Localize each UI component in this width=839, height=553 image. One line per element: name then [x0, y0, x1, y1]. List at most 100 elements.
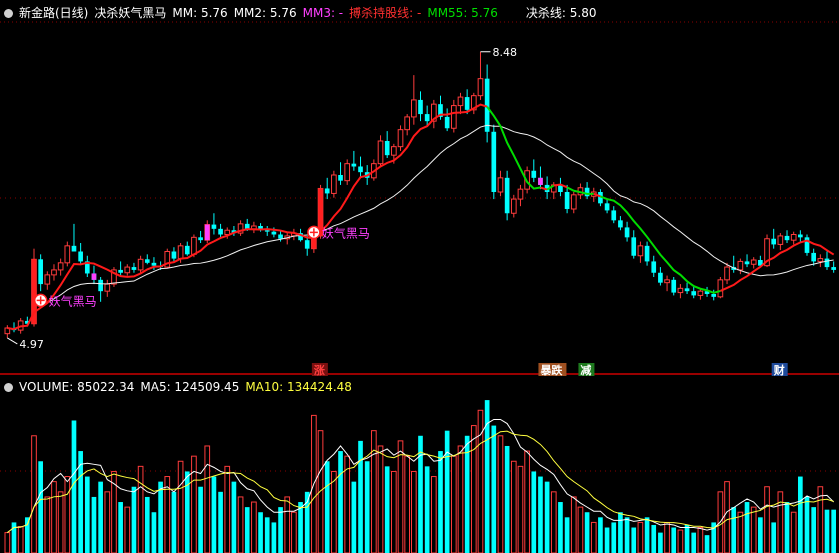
volume-bar — [671, 527, 677, 553]
volume-bar — [4, 532, 11, 553]
volume-bar — [598, 517, 603, 553]
volume-bar — [424, 466, 430, 553]
candle-body — [344, 163, 351, 182]
volume-bar — [631, 527, 637, 553]
candle-body — [171, 251, 177, 259]
volume-bar — [271, 522, 277, 553]
candle-body — [811, 252, 817, 262]
candle-body — [564, 192, 570, 209]
high-price-label: 8.48 — [492, 46, 517, 59]
candle-body — [338, 175, 343, 181]
candle-body — [531, 170, 537, 178]
bottom-tag: 财 — [773, 363, 785, 377]
volume-bar — [198, 486, 203, 553]
volume-bar — [524, 450, 530, 553]
candle-body — [664, 279, 670, 284]
candle-body — [44, 274, 51, 285]
candle-body — [618, 220, 623, 228]
candle-body — [78, 251, 83, 262]
candle-body — [824, 258, 830, 268]
mm-line-segment — [719, 239, 835, 292]
volume-bar — [177, 460, 184, 553]
volume-bar — [231, 481, 237, 553]
signal-label: 妖气黑马 — [49, 293, 97, 308]
candle-body — [244, 223, 250, 229]
candle-body — [404, 116, 411, 131]
candle-body — [224, 229, 231, 235]
volume-bar — [204, 445, 211, 553]
signal-bar — [91, 273, 97, 280]
signal-bar — [538, 177, 543, 185]
volume-bar — [564, 517, 570, 553]
candle-body — [737, 260, 744, 271]
candle-body — [750, 259, 757, 265]
volume-bar — [737, 511, 744, 553]
candle-body — [497, 177, 504, 193]
volume-bar — [724, 481, 730, 553]
volume-bar — [158, 481, 163, 553]
candle-body — [724, 266, 730, 281]
candle-body — [211, 224, 217, 229]
candle-body — [711, 294, 717, 297]
candle-body — [477, 78, 484, 97]
candle-body — [510, 198, 517, 214]
candle-body — [744, 261, 750, 265]
volume-bar — [731, 507, 737, 553]
candle-body — [104, 283, 111, 292]
volume-bar — [798, 476, 803, 553]
volume-bar — [771, 522, 777, 553]
volume-bar — [824, 509, 830, 553]
candle-body — [604, 203, 610, 211]
candle-body — [450, 105, 457, 129]
candle-body — [397, 129, 404, 148]
candle-body — [324, 188, 330, 194]
candle-body — [798, 234, 803, 238]
volume-bar — [811, 507, 817, 553]
candle-body — [644, 245, 650, 262]
candle-body — [517, 188, 524, 200]
candle-body — [118, 269, 123, 273]
volume-bar — [377, 445, 384, 553]
volume-bar — [510, 460, 517, 553]
volume-bar — [264, 517, 270, 553]
candle-body — [717, 279, 724, 298]
candle-body — [464, 97, 470, 110]
volume-bar — [611, 522, 617, 553]
candle-body — [570, 194, 577, 210]
signal-label: 妖气黑马 — [322, 225, 370, 240]
volume-bar — [544, 481, 550, 553]
price-volume-chart[interactable]: 8.484.97妖气黑马妖气黑马涨 暴跌减财 — [0, 0, 839, 553]
volume-bar — [31, 435, 37, 553]
volume-bar — [664, 521, 670, 553]
candle-body — [137, 258, 144, 271]
volume-bar — [84, 476, 90, 553]
candle-body — [377, 140, 384, 165]
volume-bar — [391, 470, 397, 553]
volume-bar — [744, 502, 750, 553]
volume-bar — [584, 512, 590, 553]
volume-bar — [24, 517, 30, 553]
volume-bar — [278, 507, 283, 553]
candle-body — [790, 234, 797, 241]
volume-bar — [790, 511, 797, 553]
candle-body — [131, 267, 137, 270]
candle-body — [264, 230, 270, 232]
bottom-tag: 减 — [580, 363, 591, 377]
candle-body — [124, 266, 131, 274]
candle-body — [98, 279, 103, 292]
volume-bar — [497, 435, 504, 553]
volume-bar — [258, 512, 263, 553]
candle-body — [691, 291, 697, 296]
volume-bar — [538, 476, 543, 553]
candle-body — [611, 210, 617, 221]
volume-bar — [224, 465, 231, 553]
candle-body — [784, 235, 790, 241]
volume-bar — [98, 481, 103, 553]
volume-bar — [457, 445, 464, 553]
volume-bar — [764, 486, 770, 553]
volume-bar — [590, 521, 597, 553]
candle-body — [491, 131, 497, 192]
volume-bar — [64, 476, 71, 553]
volume-bar — [324, 461, 330, 553]
volume-bar — [244, 507, 250, 553]
